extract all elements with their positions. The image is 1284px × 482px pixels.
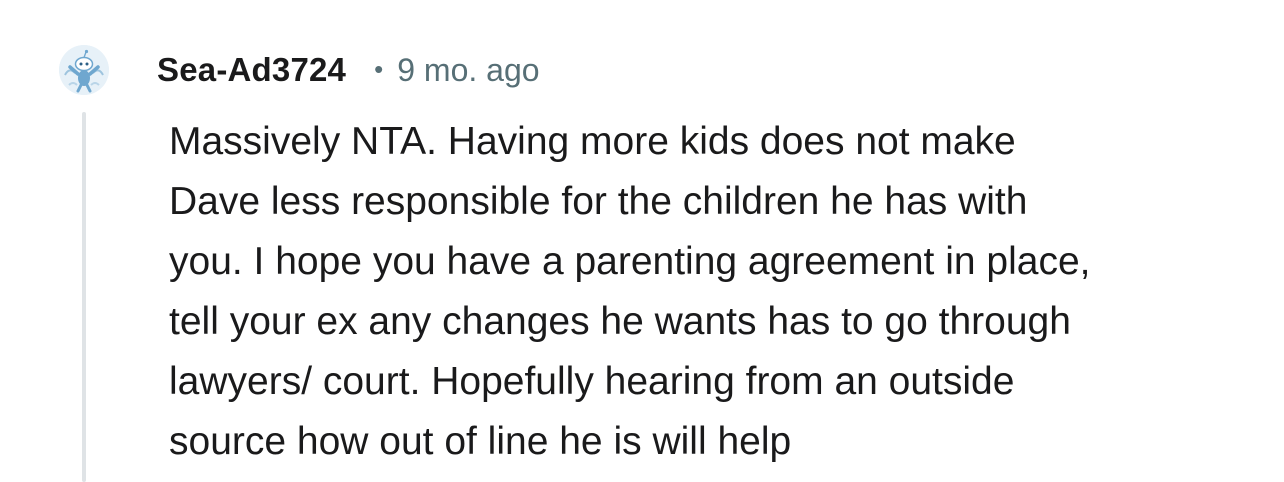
comment-body-line: you. I hope you have a parenting agreeme… <box>169 240 1091 283</box>
user-avatar[interactable] <box>59 45 109 95</box>
meta-separator: • <box>374 53 384 84</box>
comment-body-line: source how out of line he is will help <box>169 420 792 463</box>
author-username[interactable]: Sea-Ad3724 <box>157 51 346 89</box>
comment-body-line: lawyers/ court. Hopefully hearing from a… <box>169 360 1015 403</box>
comment-body-line: tell your ex any changes he wants has to… <box>169 300 1071 343</box>
comment: Sea-Ad3724 • 9 mo. ago Massively NTA. Ha… <box>0 0 1284 482</box>
comment-body-line: Massively NTA. Having more kids does not… <box>169 120 1016 163</box>
comment-timestamp[interactable]: 9 mo. ago <box>397 52 539 89</box>
comment-body-line: Dave less responsible for the children h… <box>169 180 1028 223</box>
comment-meta: Sea-Ad3724 • 9 mo. ago <box>157 48 540 92</box>
thread-collapse-line[interactable] <box>82 112 86 482</box>
snoo-avatar-icon <box>59 45 109 95</box>
comment-body: Massively NTA. Having more kids does not… <box>169 112 1249 472</box>
